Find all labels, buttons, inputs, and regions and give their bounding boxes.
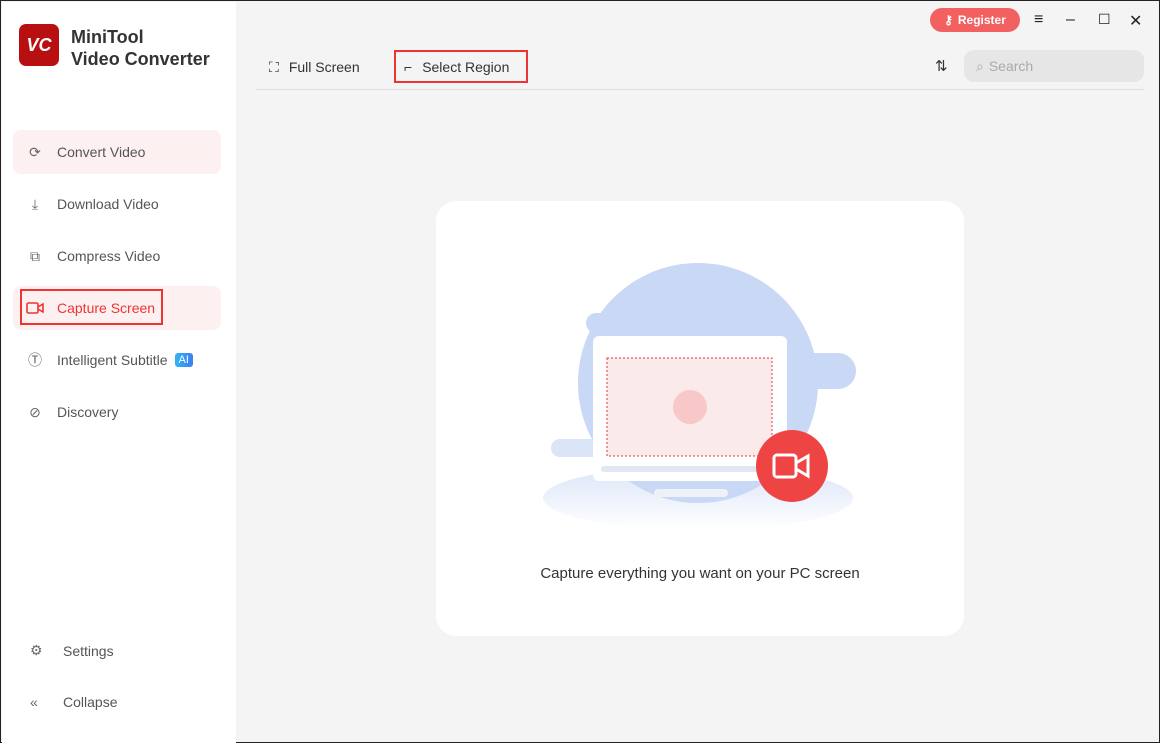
- minimize-button[interactable]: –: [1066, 11, 1075, 29]
- subtitle-icon: Ⓣ: [28, 352, 42, 368]
- highlight-box: [394, 50, 528, 83]
- app-name: MiniTool Video Converter: [71, 27, 210, 69]
- app-window: VC MiniTool Video Converter ⟳ Convert Vide…: [0, 0, 1160, 743]
- compress-icon: ⧉: [30, 247, 40, 264]
- capture-illustration-icon: [543, 201, 856, 530]
- maximize-button[interactable]: ☐: [1098, 11, 1111, 28]
- sort-icon[interactable]: ⇅: [935, 57, 948, 75]
- full-screen-icon: ⛶: [269, 58, 279, 75]
- ai-badge: AI: [174, 353, 193, 367]
- gear-icon: ⚙: [30, 642, 43, 658]
- settings-button[interactable]: ⚙ Settings: [30, 642, 114, 659]
- sidebar-item-compress-video[interactable]: ⧉ Compress Video: [13, 234, 221, 278]
- key-icon: ⚷: [944, 13, 953, 27]
- sidebar: VC MiniTool Video Converter ⟳ Convert Vide…: [2, 2, 236, 743]
- register-button[interactable]: ⚷ Register: [930, 8, 1020, 32]
- sidebar-item-intelligent-subtitle[interactable]: Ⓣ Intelligent Subtitle AI: [13, 338, 221, 382]
- download-icon: ⤓: [31, 195, 39, 212]
- sidebar-item-discovery[interactable]: ⊘ Discovery: [13, 390, 221, 434]
- close-button[interactable]: ✕: [1129, 11, 1142, 31]
- empty-state-card: Capture everything you want on your PC s…: [436, 201, 964, 636]
- divider: [256, 89, 1144, 90]
- sidebar-item-convert-video[interactable]: ⟳ Convert Video: [13, 130, 221, 174]
- app-logo: VC: [19, 24, 59, 66]
- highlight-box: [20, 289, 163, 325]
- compass-icon: ⊘: [29, 403, 41, 420]
- empty-state-caption: Capture everything you want on your PC s…: [540, 565, 860, 582]
- menu-icon[interactable]: ≡: [1034, 11, 1043, 29]
- search-icon: ⌕: [976, 57, 984, 74]
- collapse-button[interactable]: «Collapse: [30, 694, 117, 710]
- convert-icon: ⟳: [29, 143, 41, 160]
- full-screen-tab[interactable]: ⛶ Full Screen: [269, 52, 360, 82]
- sidebar-item-download-video[interactable]: ⤓ Download Video: [13, 182, 221, 226]
- search-input[interactable]: ⌕ Search: [964, 50, 1144, 82]
- chevron-left-icon: «: [30, 694, 38, 710]
